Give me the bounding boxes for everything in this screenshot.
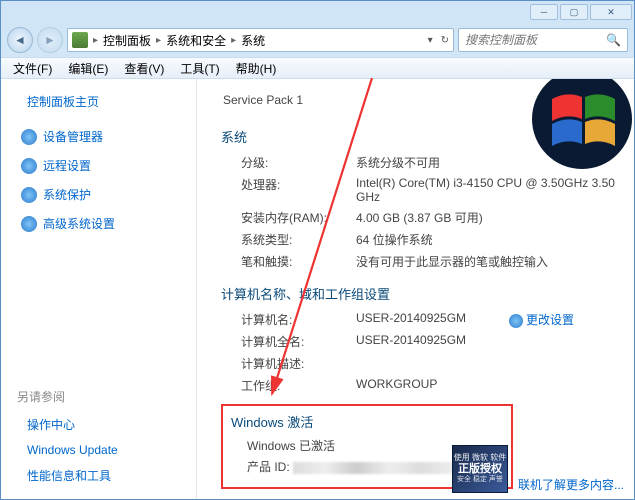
label-systype: 系统类型: [241, 231, 356, 248]
label-desc: 计算机描述: [241, 355, 356, 372]
maximize-button[interactable]: ▢ [560, 4, 588, 20]
sidebar-item-advanced[interactable]: 高级系统设置 [21, 215, 184, 232]
body: 控制面板主页 设备管理器 远程设置 系统保护 高级系统设置 另请参阅 操作中心 … [1, 79, 634, 499]
menubar: 文件(F) 编辑(E) 查看(V) 工具(T) 帮助(H) [1, 57, 634, 79]
label-workgroup: 工作组: [241, 377, 356, 394]
label-rating: 分级: [241, 154, 356, 171]
value-desc [356, 355, 616, 372]
menu-edit[interactable]: 编辑(E) [60, 58, 116, 79]
address-row: ◄ ► ▸ 控制面板 ▸ 系统和安全 ▸ 系统 ▾ ↻ 🔍 [1, 23, 634, 57]
sidebar-rel-action-center[interactable]: 操作中心 [27, 416, 184, 433]
section-computer-name: 计算机名称、域和工作组设置 [221, 284, 616, 303]
sidebar: 控制面板主页 设备管理器 远程设置 系统保护 高级系统设置 另请参阅 操作中心 … [1, 79, 197, 499]
chevron-right-icon: ▸ [93, 35, 98, 46]
value-ram: 4.00 GB (3.87 GB 可用) [356, 209, 616, 226]
crumb-root[interactable]: 控制面板 [103, 32, 151, 49]
value-fullname: USER-20140925GM [356, 333, 616, 350]
sidebar-item-label: 设备管理器 [43, 128, 103, 145]
sidebar-item-label: 高级系统设置 [43, 215, 115, 232]
refresh-icon[interactable]: ↻ [441, 35, 449, 46]
change-settings-link[interactable]: 更改设置 [509, 311, 574, 328]
menu-tools[interactable]: 工具(T) [172, 58, 227, 79]
chevron-right-icon: ▸ [231, 35, 236, 46]
label-product-id: 产品 ID: [247, 460, 290, 474]
shield-icon [21, 129, 37, 145]
footer-right: 使用 微软 软件 正版授权 安全 稳定 声誉 联机了解更多内容... [452, 445, 624, 493]
chevron-right-icon: ▸ [156, 35, 161, 46]
genuine-badge: 使用 微软 软件 正版授权 安全 稳定 声誉 [452, 445, 508, 493]
breadcrumb[interactable]: ▸ 控制面板 ▸ 系统和安全 ▸ 系统 ▾ ↻ [67, 28, 454, 52]
close-button[interactable]: ✕ [590, 4, 632, 20]
sidebar-rel-windows-update[interactable]: Windows Update [27, 443, 184, 457]
label-compname: 计算机名: [241, 311, 356, 328]
crumb-l2[interactable]: 系统 [241, 32, 265, 49]
shield-icon [509, 314, 523, 328]
value-systype: 64 位操作系统 [356, 231, 616, 248]
sidebar-home[interactable]: 控制面板主页 [27, 93, 184, 110]
search-input[interactable] [465, 33, 602, 47]
breadcrumb-dropdown-icon[interactable]: ▾ [428, 35, 433, 46]
shield-icon [21, 158, 37, 174]
window: ─ ▢ ✕ ◄ ► ▸ 控制面板 ▸ 系统和安全 ▸ 系统 ▾ ↻ 🔍 文件(F… [0, 0, 635, 500]
sidebar-item-device-manager[interactable]: 设备管理器 [21, 128, 184, 145]
search-box[interactable]: 🔍 [458, 28, 628, 52]
forward-button[interactable]: ► [37, 27, 63, 53]
sidebar-item-remote[interactable]: 远程设置 [21, 157, 184, 174]
titlebar: ─ ▢ ✕ [1, 1, 634, 23]
sidebar-item-label: 远程设置 [43, 157, 91, 174]
section-activation: Windows 激活 [231, 412, 503, 431]
control-panel-icon [72, 32, 88, 48]
label-cpu: 处理器: [241, 176, 356, 204]
back-button[interactable]: ◄ [7, 27, 33, 53]
minimize-button[interactable]: ─ [530, 4, 558, 20]
value-workgroup: WORKGROUP [356, 377, 616, 394]
shield-icon [21, 187, 37, 203]
crumb-l1[interactable]: 系统和安全 [166, 32, 226, 49]
sidebar-related-title: 另请参阅 [17, 388, 184, 405]
label-fullname: 计算机全名: [241, 333, 356, 350]
sidebar-item-protection[interactable]: 系统保护 [21, 186, 184, 203]
windows-flag-icon [514, 79, 634, 187]
menu-help[interactable]: 帮助(H) [228, 58, 285, 79]
search-icon[interactable]: 🔍 [606, 33, 621, 47]
sidebar-item-label: 系统保护 [43, 186, 91, 203]
menu-view[interactable]: 查看(V) [116, 58, 172, 79]
menu-file[interactable]: 文件(F) [5, 58, 60, 79]
product-id-redacted [293, 462, 453, 474]
label-ram: 安装内存(RAM): [241, 209, 356, 226]
shield-icon [21, 216, 37, 232]
label-pen: 笔和触摸: [241, 253, 356, 270]
main-content: Service Pack 1 系统 分级:系统分级不可用 处理器:Intel(R… [197, 79, 634, 499]
value-compname: USER-20140925GM [356, 311, 616, 328]
sidebar-rel-performance[interactable]: 性能信息和工具 [27, 467, 184, 484]
learn-more-link[interactable]: 联机了解更多内容... [518, 476, 624, 493]
value-pen: 没有可用于此显示器的笔或触控输入 [356, 253, 616, 270]
